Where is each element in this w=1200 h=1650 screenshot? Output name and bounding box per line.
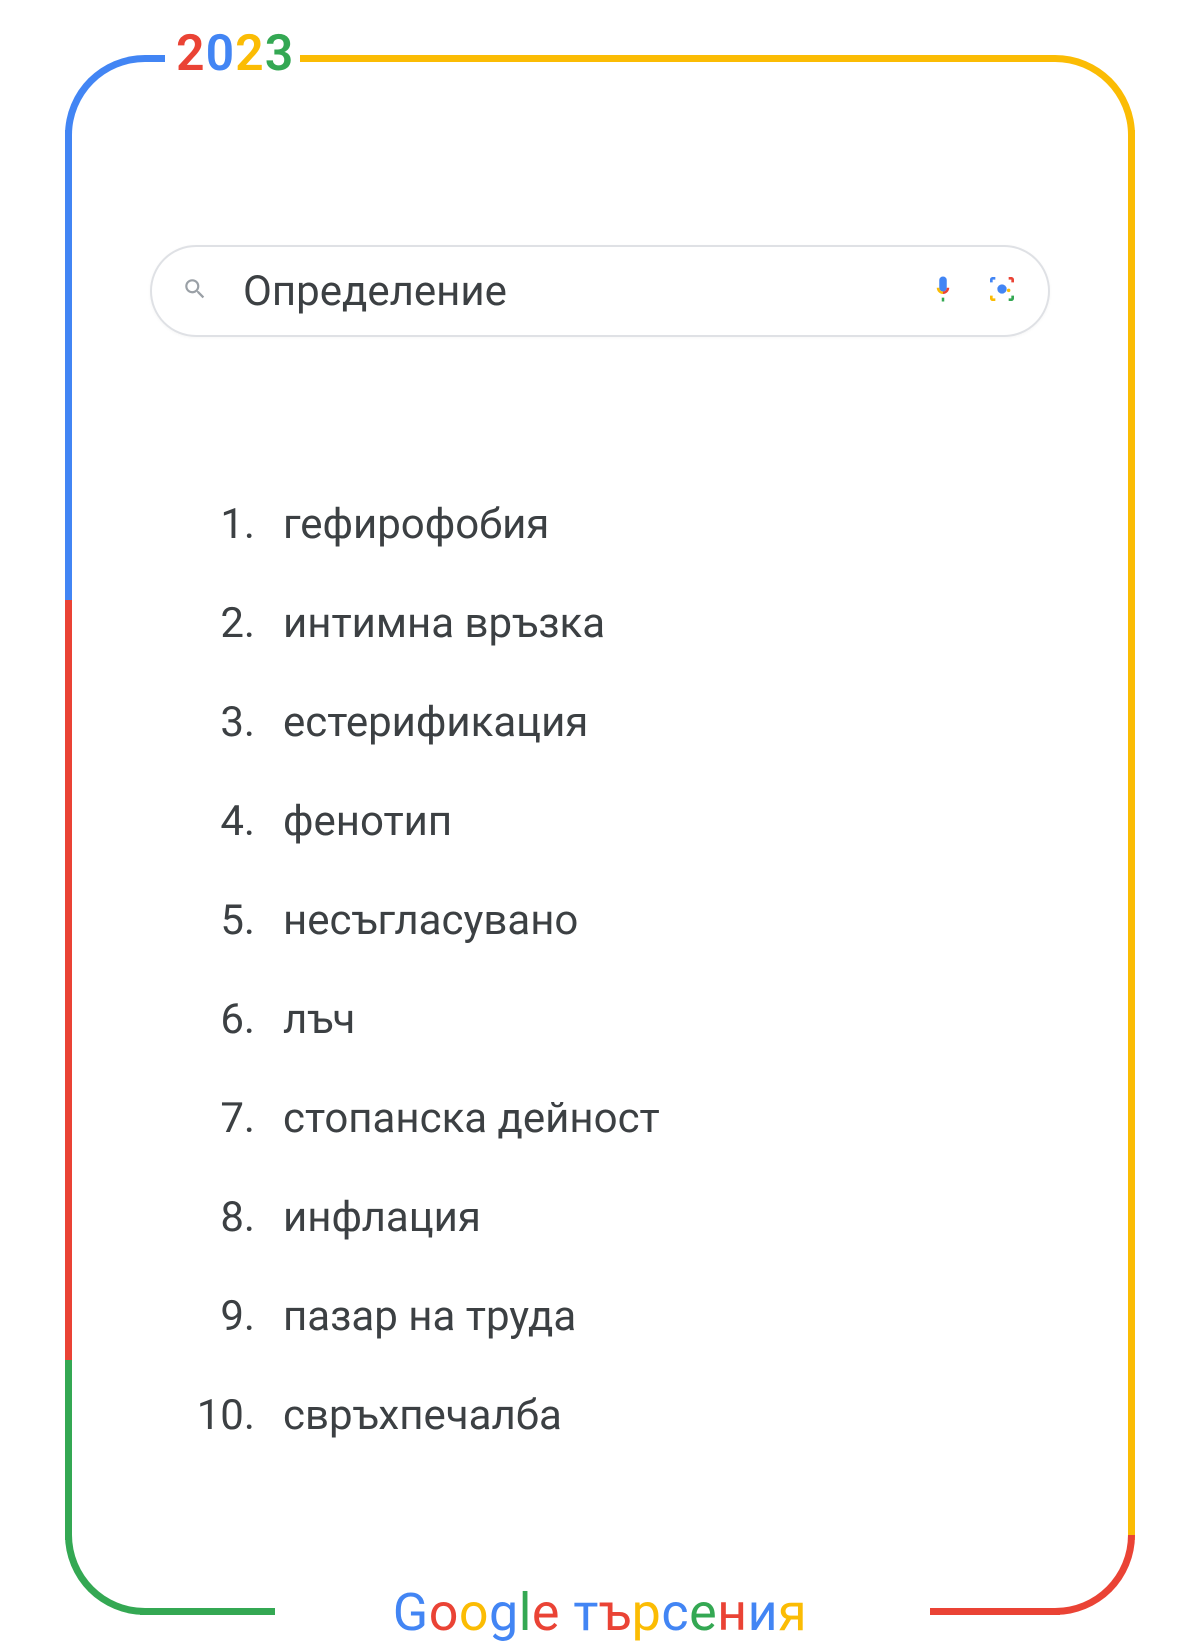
border-bottom-left	[65, 1535, 145, 1615]
term: несъгласувано	[283, 896, 578, 945]
border-bottom-mid-right	[930, 1608, 1060, 1615]
search-icon	[182, 276, 208, 306]
term: естерификация	[283, 698, 588, 747]
logo-tail: е	[689, 1582, 717, 1643]
border-left-blue	[65, 130, 72, 600]
list-item[interactable]: 4. фенотип	[180, 797, 1020, 846]
rank: 1.	[180, 500, 255, 549]
border-bottom-right	[1055, 1535, 1135, 1615]
term: гефирофобия	[283, 500, 549, 549]
list-item[interactable]: 7. стопанска дейност	[180, 1094, 1020, 1143]
year-badge: 2023	[170, 25, 300, 83]
border-top-right	[1055, 55, 1135, 135]
border-bottom-mid-left	[140, 1608, 275, 1615]
border-top-mid	[295, 55, 1055, 62]
footer-logo: Google търсения	[373, 1582, 827, 1643]
border-top-left	[65, 55, 165, 135]
rank: 8.	[180, 1193, 255, 1242]
logo-letter: o	[459, 1582, 489, 1643]
logo-letter: g	[489, 1582, 519, 1643]
logo-tail: и	[748, 1582, 779, 1643]
year-digit-3: 2	[235, 25, 265, 83]
border-left-green	[65, 1360, 72, 1540]
logo-tail: ъ	[599, 1582, 632, 1643]
term: пазар на труда	[283, 1292, 576, 1341]
logo-tail: я	[778, 1582, 807, 1643]
term: инфлация	[283, 1193, 481, 1242]
logo-letter: G	[393, 1582, 429, 1643]
border-left-red	[65, 600, 72, 1360]
logo-letter: l	[519, 1582, 532, 1643]
list-item[interactable]: 10. свръхпечалба	[180, 1391, 1020, 1440]
list-item[interactable]: 1. гефирофобия	[180, 500, 1020, 549]
list-item[interactable]: 2. интимна връзка	[180, 599, 1020, 648]
logo-letter: e	[532, 1582, 560, 1643]
rank: 7.	[180, 1094, 255, 1143]
rank: 3.	[180, 698, 255, 747]
logo-tail: н	[717, 1582, 748, 1643]
lens-icon[interactable]	[986, 273, 1018, 309]
year-digit-2: 0	[206, 25, 236, 83]
term: интимна връзка	[283, 599, 605, 648]
rank: 6.	[180, 995, 255, 1044]
rank: 2.	[180, 599, 255, 648]
list-item[interactable]: 8. инфлация	[180, 1193, 1020, 1242]
card-frame: 2023 Определение	[65, 55, 1135, 1615]
rank: 4.	[180, 797, 255, 846]
border-right-yellow	[1128, 130, 1135, 1540]
rank: 9.	[180, 1292, 255, 1341]
logo-tail: т	[573, 1582, 599, 1643]
list-item[interactable]: 9. пазар на труда	[180, 1292, 1020, 1341]
term: фенотип	[283, 797, 452, 846]
search-bar[interactable]: Определение	[150, 245, 1050, 337]
year-digit-4: 3	[265, 25, 295, 83]
term: лъч	[283, 995, 355, 1044]
list-item[interactable]: 5. несъгласувано	[180, 896, 1020, 945]
logo-tail: с	[661, 1582, 689, 1643]
term: свръхпечалба	[283, 1391, 562, 1440]
year-digit-1: 2	[176, 25, 206, 83]
rank: 5.	[180, 896, 255, 945]
logo-letter: o	[429, 1582, 459, 1643]
rank: 10.	[180, 1391, 255, 1440]
mic-icon[interactable]	[928, 274, 958, 308]
logo-tail: р	[632, 1582, 662, 1643]
list-item[interactable]: 6. лъч	[180, 995, 1020, 1044]
list-item[interactable]: 3. естерификация	[180, 698, 1020, 747]
search-query: Определение	[243, 267, 928, 316]
trending-list: 1. гефирофобия 2. интимна връзка 3. есте…	[180, 500, 1020, 1490]
term: стопанска дейност	[283, 1094, 660, 1143]
